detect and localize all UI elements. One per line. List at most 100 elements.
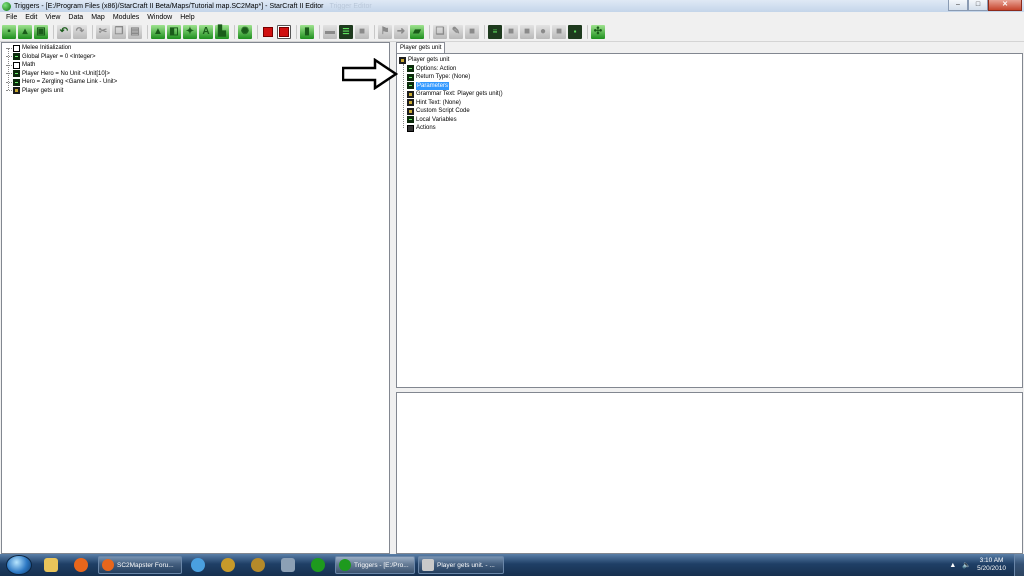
variable-icon [407, 73, 414, 81]
pinned-sc2-editor[interactable] [305, 556, 331, 574]
disabled-1-icon[interactable]: ■ [504, 25, 518, 39]
tree-root-player-gets-unit[interactable]: Player gets unit [399, 56, 1022, 65]
tree-item-actions[interactable]: Actions [407, 124, 1022, 133]
toolbar-separator [53, 25, 54, 39]
undo-icon[interactable]: ↶ [57, 25, 71, 39]
flag-icon[interactable]: ⚑ [378, 25, 392, 39]
tree-item-options[interactable]: Options: Action [407, 65, 1022, 74]
tree-item-global-player[interactable]: Global Player = 0 <Integer> [6, 53, 389, 62]
toolbar-separator [147, 25, 148, 39]
task-sc2mapster[interactable]: SC2Mapster Foru... [98, 556, 182, 574]
list-icon[interactable]: ☰ [339, 25, 353, 39]
pinned-explorer[interactable] [38, 556, 64, 574]
tree-item-grammar-text[interactable]: Grammar Text: Player gets unit() [407, 90, 1022, 99]
redo-icon[interactable]: ↷ [73, 25, 87, 39]
menu-help[interactable]: Help [176, 12, 198, 23]
disabled-3-icon[interactable]: ■ [552, 25, 566, 39]
show-desktop-button[interactable] [1014, 554, 1024, 576]
toolbar-separator [484, 25, 485, 39]
task-player-gets-unit[interactable]: Player gets unit. - ... [418, 556, 504, 574]
tree-item-player-gets-unit[interactable]: Player gets unit [6, 87, 389, 96]
system-tray: ▲ 🔈 3:10 AM 5/20/2010 [949, 554, 1024, 576]
open-icon[interactable]: ▴ [18, 25, 32, 39]
import-module-icon[interactable]: ▙ [215, 25, 229, 39]
pinned-hon[interactable] [245, 556, 271, 574]
task-label: SC2Mapster Foru... [117, 561, 174, 569]
tree-item-custom-script[interactable]: Custom Script Code [407, 107, 1022, 116]
forward-icon[interactable]: ➜ [394, 25, 408, 39]
clock[interactable]: 3:10 AM 5/20/2010 [977, 557, 1006, 573]
menu-window[interactable]: Window [143, 12, 176, 23]
menu-data[interactable]: Data [64, 12, 87, 23]
console-icon[interactable]: ▪ [568, 25, 582, 39]
tree-root-label: Player gets unit [408, 57, 450, 64]
doc-copy-icon[interactable]: ❏ [433, 25, 447, 39]
trigger-list-panel[interactable]: Melee Initialization Global Player = 0 <… [1, 42, 390, 554]
start-button[interactable] [6, 555, 32, 575]
variable-icon [13, 78, 20, 86]
cut-icon[interactable]: ✂ [96, 25, 110, 39]
tree-item-return-type[interactable]: Return Type: (None) [407, 73, 1022, 82]
maximize-button[interactable]: □ [968, 0, 988, 11]
stop-pressed-icon[interactable] [277, 25, 291, 39]
tray-expand-icon[interactable]: ▲ [949, 562, 956, 569]
tree-item-math[interactable]: Math [6, 61, 389, 70]
data-module-icon[interactable]: ✦ [183, 25, 197, 39]
toolbar-separator [296, 25, 297, 39]
new-icon[interactable]: ▪ [2, 25, 16, 39]
pen-icon[interactable]: ✎ [449, 25, 463, 39]
window-controls: – □ ✕ [948, 0, 1022, 11]
trigger-module-icon[interactable]: ◧ [167, 25, 181, 39]
new-folder-icon[interactable]: ▬ [323, 25, 337, 39]
copy-icon[interactable]: ❐ [112, 25, 126, 39]
taskbar: SC2Mapster Foru... Triggers - [E:/Pro...… [0, 554, 1024, 576]
record-icon[interactable]: ● [536, 25, 550, 39]
tree-item-melee-initialization[interactable]: Melee Initialization [6, 44, 389, 53]
tab-player-gets-unit[interactable]: Player gets unit [396, 42, 446, 53]
menu-file[interactable]: File [2, 12, 21, 23]
editor-logo-icon[interactable]: ✣ [591, 25, 605, 39]
disabled-2-icon[interactable]: ■ [520, 25, 534, 39]
title-bar[interactable]: Triggers - [E:/Program Files (x86)/StarC… [0, 0, 1024, 12]
variable-icon [407, 65, 414, 73]
terrain-icon[interactable]: ▲ [151, 25, 165, 39]
window-title: Triggers - [E:/Program Files (x86)/StarC… [14, 2, 324, 10]
block-icon[interactable]: ■ [465, 25, 479, 39]
menu-edit[interactable]: Edit [21, 12, 41, 23]
stop-icon[interactable] [261, 25, 275, 39]
pinned-sync[interactable] [185, 556, 211, 574]
tree-item-hint-text[interactable]: Hint Text: (None) [407, 99, 1022, 108]
toolbar-separator [319, 25, 320, 39]
menu-map[interactable]: Map [87, 12, 109, 23]
tree-item-hero[interactable]: Hero = Zergling <Game Link - Unit> [6, 78, 389, 87]
tree-item-player-hero[interactable]: Player Hero = No Unit <Unit[10]> [6, 70, 389, 79]
close-button[interactable]: ✕ [988, 0, 1022, 11]
paste-icon[interactable]: ▤ [128, 25, 142, 39]
new-element-icon[interactable]: ▮ [300, 25, 314, 39]
menu-modules[interactable]: Modules [109, 12, 143, 23]
menu-view[interactable]: View [41, 12, 64, 23]
minimize-button[interactable]: – [948, 0, 968, 11]
tree-item-label: Parameters [416, 81, 450, 90]
variable-icon [407, 82, 414, 90]
ai-module-icon[interactable]: ✺ [238, 25, 252, 39]
toolbar-separator [374, 25, 375, 39]
script-icon[interactable]: ≡ [488, 25, 502, 39]
details-panel[interactable] [396, 392, 1023, 554]
pinned-starcraft[interactable] [275, 556, 301, 574]
task-triggers[interactable]: Triggers - [E:/Pro... [335, 556, 415, 574]
function-definition-panel[interactable]: Player gets unit Options: Action Return … [396, 53, 1023, 388]
text-module-icon[interactable]: A [199, 25, 213, 39]
pinned-firefox[interactable] [68, 556, 94, 574]
tree-item-local-variables[interactable]: Local Variables [407, 116, 1022, 125]
save-icon[interactable]: ▣ [34, 25, 48, 39]
annotation-arrow-icon [342, 58, 398, 90]
clapper-icon[interactable]: ▰ [410, 25, 424, 39]
pinned-warcraft[interactable] [215, 556, 241, 574]
toolbar-separator [429, 25, 430, 39]
tree-item-parameters[interactable]: Parameters [407, 81, 1022, 91]
tree-item-label: Math [22, 62, 36, 69]
disabled-element-icon[interactable]: ■ [355, 25, 369, 39]
window-title-ghost: Trigger Editor [329, 2, 372, 10]
volume-icon[interactable]: 🔈 [962, 561, 971, 569]
